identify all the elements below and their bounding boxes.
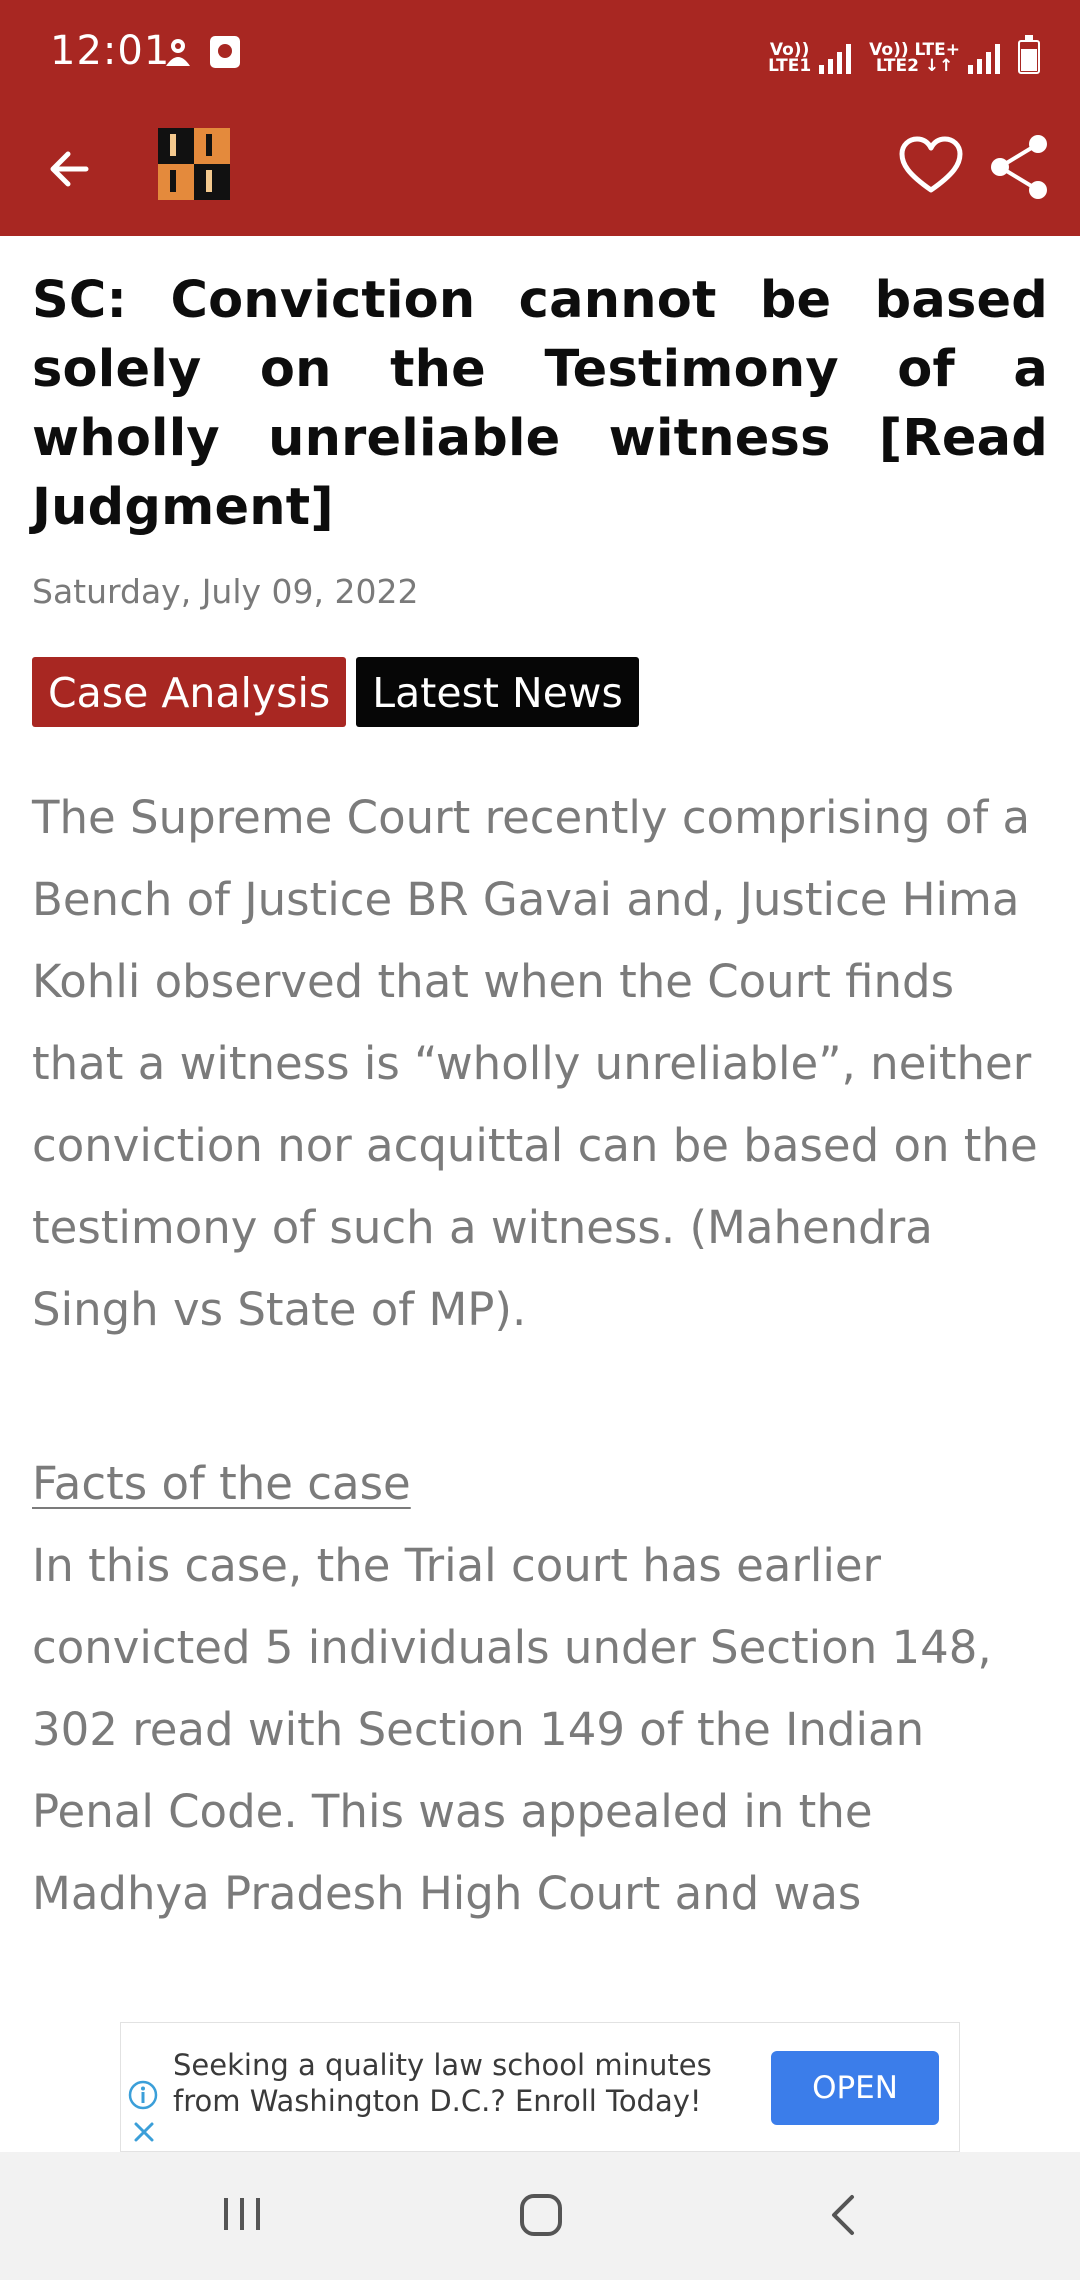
section-heading: Facts of the case <box>32 1457 411 1510</box>
recents-icon[interactable] <box>220 2192 264 2236</box>
sim2-label: Vo)) LTE+ LTE2 ↓↑ <box>869 42 960 76</box>
back-arrow-icon[interactable] <box>40 134 110 204</box>
page: 12:01 Vo)) LTE1 Vo)) LTE+ LTE2 ↓↑ SC: Co… <box>0 0 1080 2280</box>
home-icon[interactable] <box>518 2192 564 2238</box>
ad-banner[interactable]: Seeking a quality law school minutes fro… <box>120 2022 960 2152</box>
site-logo <box>158 128 230 200</box>
share-icon[interactable] <box>984 130 1054 204</box>
status-bar: 12:01 Vo)) LTE1 Vo)) LTE+ LTE2 ↓↑ <box>0 0 1080 110</box>
info-icon[interactable] <box>127 2079 159 2111</box>
close-icon[interactable] <box>129 2117 159 2147</box>
heart-icon[interactable] <box>896 132 966 202</box>
status-time: 12:01 <box>50 28 171 74</box>
article-title: SC: Conviction cannot be based solely on… <box>32 271 1048 537</box>
app-icon <box>210 36 240 68</box>
notification-icon <box>166 39 190 66</box>
system-nav-bar <box>0 2152 1080 2280</box>
article-body: The Supreme Court recently comprising of… <box>32 777 1048 1935</box>
battery-icon <box>1018 35 1040 74</box>
sim1-label-bottom: LTE1 <box>768 56 812 76</box>
signal-icon <box>819 44 852 74</box>
article-paragraph: In this case, the Trial court has earlie… <box>32 1539 992 1920</box>
tag-latest-news[interactable]: Latest News <box>356 657 639 727</box>
tag-list: Case Analysis Latest News <box>32 657 1048 727</box>
signal-icon <box>968 44 1000 74</box>
ad-open-button[interactable]: OPEN <box>771 2051 939 2125</box>
article-paragraph: The Supreme Court recently comprising of… <box>32 791 1038 1336</box>
sim2-label-bottom: LTE2 ↓↑ <box>875 56 954 76</box>
back-icon[interactable] <box>822 2192 868 2238</box>
sim1-label: Vo)) LTE1 <box>768 42 812 76</box>
ad-text[interactable]: Seeking a quality law school minutes fro… <box>173 2047 733 2119</box>
article: SC: Conviction cannot be based solely on… <box>32 236 1048 1935</box>
status-indicators: Vo)) LTE1 Vo)) LTE+ LTE2 ↓↑ <box>768 34 1040 76</box>
app-header: 12:01 Vo)) LTE1 Vo)) LTE+ LTE2 ↓↑ <box>0 0 1080 236</box>
article-date: Saturday, July 09, 2022 <box>32 572 419 611</box>
toolbar <box>0 110 1080 236</box>
tag-case-analysis[interactable]: Case Analysis <box>32 657 347 727</box>
